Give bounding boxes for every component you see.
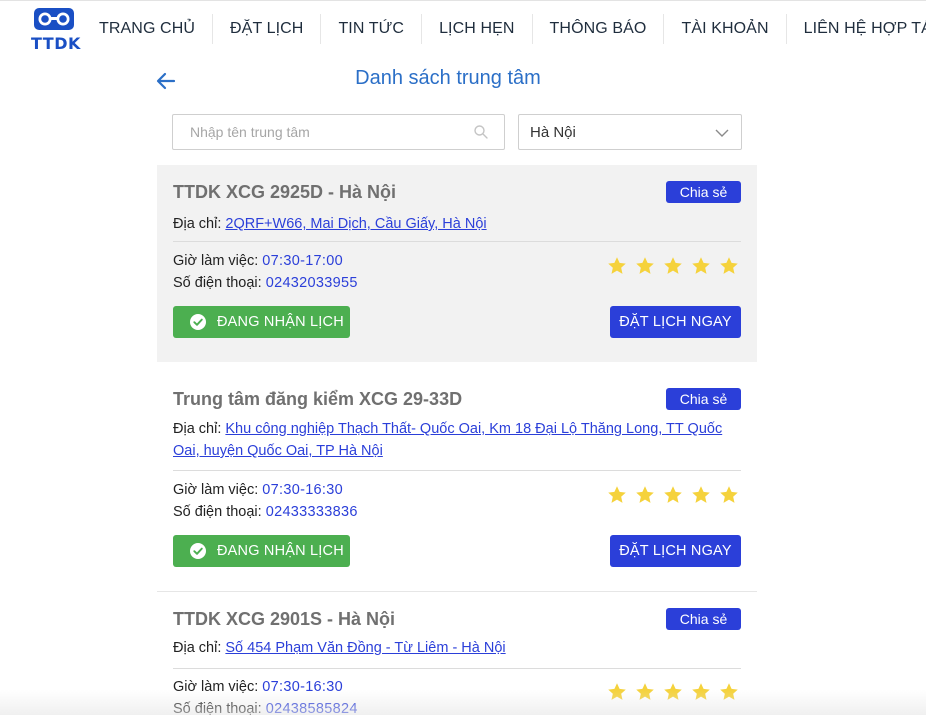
star-icon <box>720 486 738 503</box>
rating-stars <box>607 256 747 276</box>
center-name: TTDK XCG 2925D - Hà Nội <box>173 182 397 202</box>
phone-row: Số điện thoại: 02438585824 <box>173 701 358 715</box>
search-box <box>172 114 505 150</box>
status-label: ĐANG NHẬN LỊCH <box>217 543 344 559</box>
star-icon <box>664 486 682 503</box>
nav-item-news[interactable]: TIN TỨC <box>321 14 423 44</box>
working-hours-row: Giờ làm việc: 07:30-16:30 <box>173 679 343 695</box>
working-hours-value: 07:30-16:30 <box>262 482 343 498</box>
ttdk-logo[interactable]: TTDK <box>31 7 81 53</box>
center-card: TTDK XCG 2925D - Hà Nội Chia sẻ Địa chỉ:… <box>157 165 757 362</box>
star-icon <box>692 683 710 700</box>
center-address-row: Địa chỉ: Số 454 Phạm Văn Đồng - Từ Liêm … <box>173 637 743 659</box>
search-input[interactable] <box>173 115 463 149</box>
card-divider <box>173 668 741 669</box>
accepting-bookings-badge[interactable]: ĐANG NHẬN LỊCH <box>173 306 350 338</box>
phone-row: Số điện thoại: 02433333836 <box>173 504 358 520</box>
share-button[interactable]: Chia sẻ <box>666 181 741 203</box>
star-icon <box>636 257 654 274</box>
center-address-link[interactable]: Số 454 Phạm Văn Đồng - Từ Liêm - Hà Nội <box>225 640 505 656</box>
star-icon <box>608 486 626 503</box>
working-hours-label: Giờ làm việc: <box>173 482 259 498</box>
page-title: Danh sách trung tâm <box>355 67 541 89</box>
star-icon <box>608 683 626 700</box>
check-circle-icon <box>190 314 206 330</box>
nav-item-notifications[interactable]: THÔNG BÁO <box>533 14 665 44</box>
star-icon <box>720 257 738 274</box>
search-icon[interactable] <box>473 124 489 140</box>
phone-label: Số điện thoại: <box>173 701 262 715</box>
main-nav: TRANG CHỦ ĐẶT LỊCH TIN TỨC LỊCH HẸN THÔN… <box>82 13 926 45</box>
book-now-button[interactable]: ĐẶT LỊCH NGAY <box>610 306 741 338</box>
star-icon <box>608 257 626 274</box>
rating-stars <box>607 682 747 702</box>
phone-value[interactable]: 02438585824 <box>266 701 358 715</box>
book-now-button[interactable]: ĐẶT LỊCH NGAY <box>610 535 741 567</box>
share-button[interactable]: Chia sẻ <box>666 608 741 630</box>
nav-item-booking[interactable]: ĐẶT LỊCH <box>213 14 322 44</box>
working-hours-value: 07:30-17:00 <box>262 253 343 269</box>
center-address-link[interactable]: Khu công nghiệp Thạch Thất- Quốc Oai, Km… <box>173 421 722 459</box>
phone-label: Số điện thoại: <box>173 275 262 291</box>
working-hours-row: Giờ làm việc: 07:30-16:30 <box>173 482 343 498</box>
star-icon <box>692 486 710 503</box>
center-card: TTDK XCG 2901S - Hà Nội Chia sẻ Địa chỉ:… <box>157 592 757 715</box>
phone-label: Số điện thoại: <box>173 504 262 520</box>
address-label: Địa chỉ: <box>173 216 222 232</box>
logo-glasses-icon <box>34 8 74 30</box>
working-hours-value: 07:30-16:30 <box>262 679 343 695</box>
star-icon <box>692 257 710 274</box>
center-address-link[interactable]: 2QRF+W66, Mai Dịch, Cầu Giấy, Hà Nội <box>225 216 486 232</box>
card-divider <box>173 470 741 471</box>
nav-item-account[interactable]: TÀI KHOẢN <box>664 14 787 44</box>
nav-item-home[interactable]: TRANG CHỦ <box>82 14 214 44</box>
star-icon <box>720 683 738 700</box>
star-icon <box>636 486 654 503</box>
center-card: Trung tâm đăng kiểm XCG 29-33D Chia sẻ Đ… <box>157 372 757 590</box>
rating-stars <box>607 485 747 505</box>
star-icon <box>664 257 682 274</box>
address-label: Địa chỉ: <box>173 421 222 437</box>
check-circle-icon <box>190 543 206 559</box>
center-name: Trung tâm đăng kiểm XCG 29-33D <box>173 389 463 409</box>
center-address-row: Địa chỉ: 2QRF+W66, Mai Dịch, Cầu Giấy, H… <box>173 213 743 235</box>
phone-value[interactable]: 02432033955 <box>266 275 358 291</box>
share-button[interactable]: Chia sẻ <box>666 388 741 410</box>
star-icon <box>664 683 682 700</box>
nav-item-partnership[interactable]: LIÊN HỆ HỢP TÁC <box>787 14 926 44</box>
phone-value[interactable]: 02433333836 <box>266 504 358 520</box>
working-hours-label: Giờ làm việc: <box>173 679 259 695</box>
status-label: ĐANG NHẬN LỊCH <box>217 314 344 330</box>
accepting-bookings-badge[interactable]: ĐANG NHẬN LỊCH <box>173 535 350 567</box>
working-hours-row: Giờ làm việc: 07:30-17:00 <box>173 253 343 269</box>
card-divider <box>173 241 741 242</box>
star-icon <box>636 683 654 700</box>
address-label: Địa chỉ: <box>173 640 222 656</box>
center-address-row: Địa chỉ: Khu công nghiệp Thạch Thất- Quố… <box>173 418 743 462</box>
city-select-value: Hà Nội <box>530 124 576 141</box>
chevron-down-icon <box>715 126 729 140</box>
logo-text: TTDK <box>31 34 81 53</box>
center-name: TTDK XCG 2901S - Hà Nội <box>173 609 396 629</box>
top-navigation-bar: TTDK TRANG CHỦ ĐẶT LỊCH TIN TỨC LỊCH HẸN… <box>0 0 926 58</box>
working-hours-label: Giờ làm việc: <box>173 253 259 269</box>
city-select[interactable]: Hà Nội <box>518 114 742 150</box>
nav-item-appointments[interactable]: LỊCH HẸN <box>422 14 533 44</box>
phone-row: Số điện thoại: 02432033955 <box>173 275 358 291</box>
